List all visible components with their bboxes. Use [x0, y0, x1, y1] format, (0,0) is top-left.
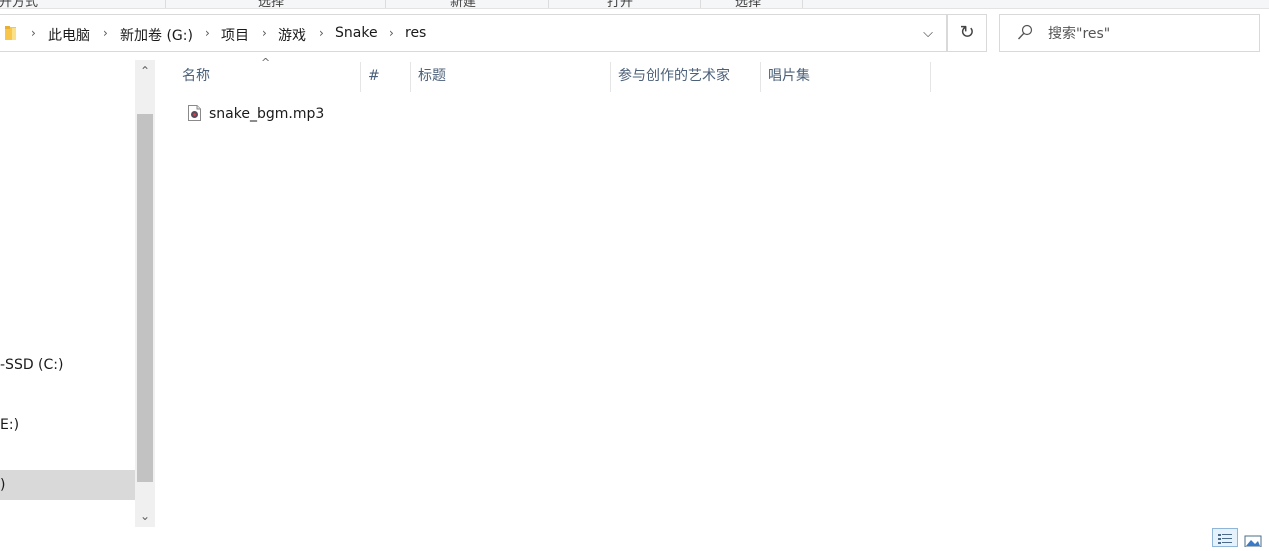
- ribbon-tab-select-2[interactable]: 选择: [735, 0, 761, 8]
- breadcrumb-snake[interactable]: Snake: [335, 25, 378, 41]
- navigation-pane: -SSD (C:) E:) ) ⌃ ⌄: [0, 60, 155, 527]
- details-view-icon: [1218, 534, 1232, 544]
- details-view-button[interactable]: [1212, 528, 1238, 547]
- column-header-number[interactable]: #: [368, 60, 380, 92]
- chevron-right-icon[interactable]: ›: [31, 26, 36, 40]
- ribbon: 打开方式 选择 新建 打开 选择: [0, 0, 1269, 9]
- file-row[interactable]: snake_bgm.mp3: [180, 100, 330, 128]
- ribbon-tab-new[interactable]: 新建: [450, 0, 476, 8]
- address-bar[interactable]: › 此电脑 › 新加卷 (G:) › 项目 › 游戏 › Snake › res…: [0, 14, 947, 52]
- column-divider[interactable]: [760, 62, 761, 92]
- large-icons-view-button[interactable]: [1243, 530, 1263, 548]
- nav-scrollbar[interactable]: ⌃ ⌄: [135, 60, 155, 527]
- column-header-title[interactable]: 标题: [418, 60, 446, 92]
- column-divider[interactable]: [930, 62, 931, 92]
- ribbon-divider: [548, 0, 549, 8]
- breadcrumb-this-pc[interactable]: 此电脑: [48, 25, 90, 45]
- file-list: ^ 名称 # 标题 参与创作的艺术家 唱片集 snake_bgm.mp3: [170, 56, 1269, 530]
- nav-item-drive-e[interactable]: E:): [0, 410, 135, 440]
- sort-ascending-icon: ^: [261, 56, 271, 69]
- chevron-right-icon[interactable]: ›: [103, 26, 108, 40]
- search-icon: [1017, 24, 1033, 40]
- ribbon-divider: [165, 0, 166, 8]
- chevron-right-icon[interactable]: ›: [205, 26, 210, 40]
- nav-item-drive-c[interactable]: -SSD (C:): [0, 350, 135, 380]
- column-divider[interactable]: [610, 62, 611, 92]
- ribbon-tab-select[interactable]: 选择: [258, 0, 284, 8]
- scrollbar-thumb[interactable]: [137, 114, 153, 482]
- refresh-button[interactable]: ↻: [947, 14, 987, 52]
- breadcrumb-res[interactable]: res: [405, 25, 426, 41]
- column-header-album[interactable]: 唱片集: [768, 60, 810, 92]
- folder-icon: [5, 26, 16, 40]
- breadcrumb-games[interactable]: 游戏: [278, 25, 306, 45]
- breadcrumb-projects[interactable]: 项目: [221, 25, 249, 45]
- column-header-name[interactable]: 名称: [182, 60, 210, 92]
- large-icons-view-icon: [1244, 535, 1262, 548]
- chevron-right-icon[interactable]: ›: [389, 26, 394, 40]
- search-input[interactable]: [1048, 24, 1248, 44]
- ribbon-tab-open[interactable]: 打开: [607, 0, 633, 8]
- ribbon-divider: [802, 0, 803, 8]
- file-name[interactable]: snake_bgm.mp3: [209, 100, 324, 128]
- scroll-up-icon[interactable]: ⌃: [135, 60, 155, 82]
- column-divider[interactable]: [360, 62, 361, 92]
- scroll-down-icon[interactable]: ⌄: [135, 505, 155, 527]
- column-divider[interactable]: [410, 62, 411, 92]
- chevron-right-icon[interactable]: ›: [262, 26, 267, 40]
- ribbon-divider: [700, 0, 701, 8]
- ribbon-divider: [385, 0, 386, 8]
- address-history-dropdown-icon[interactable]: ⌵: [914, 23, 942, 45]
- chevron-right-icon[interactable]: ›: [319, 26, 324, 40]
- breadcrumb-drive-g[interactable]: 新加卷 (G:): [120, 25, 193, 45]
- nav-item-drive-g[interactable]: ): [0, 470, 135, 500]
- search-box[interactable]: [999, 14, 1260, 52]
- mp3-file-icon: [188, 105, 201, 121]
- ribbon-tab-open-with[interactable]: 打开方式: [0, 0, 38, 8]
- column-header-contributing-artists[interactable]: 参与创作的艺术家: [618, 60, 730, 92]
